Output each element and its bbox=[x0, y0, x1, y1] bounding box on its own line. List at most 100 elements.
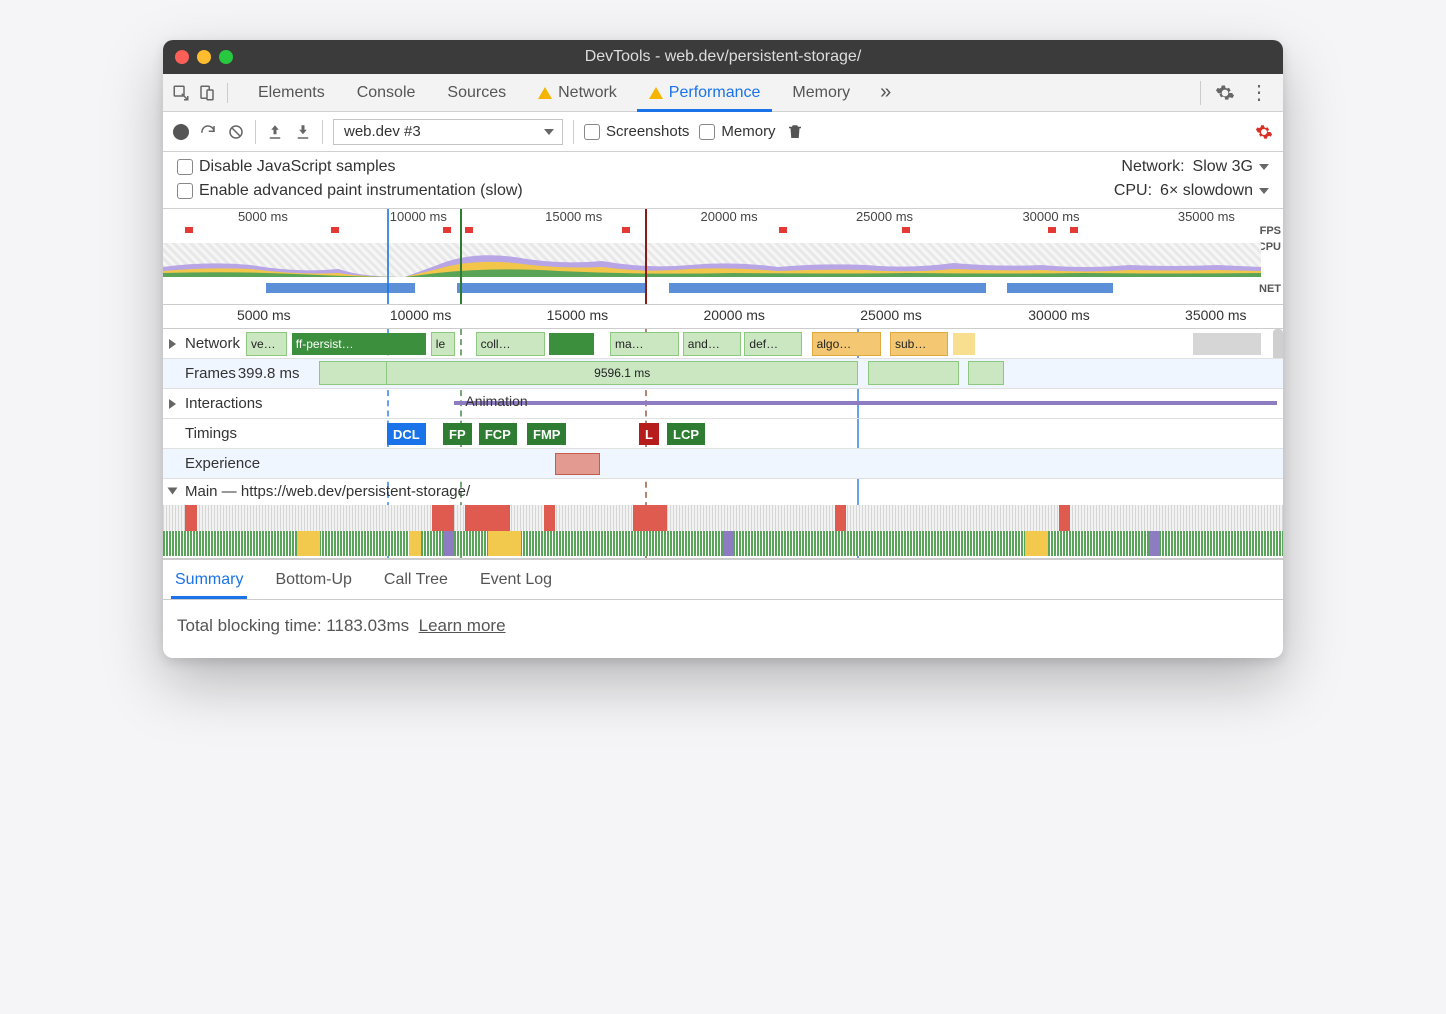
detail-tabs: Summary Bottom-Up Call Tree Event Log bbox=[163, 559, 1283, 599]
tab-performance[interactable]: Performance bbox=[633, 74, 777, 111]
recording-select[interactable]: web.dev #3 bbox=[333, 119, 563, 145]
track-label[interactable]: Interactions bbox=[163, 389, 263, 418]
tick-label: 10000 ms bbox=[390, 209, 447, 224]
track-label[interactable]: Main — https://web.dev/persistent-storag… bbox=[163, 483, 1283, 500]
timing-marker-fcp[interactable]: FCP bbox=[479, 423, 517, 445]
checkbox-label: Memory bbox=[721, 123, 775, 140]
frame-duration: 9596.1 ms bbox=[594, 366, 650, 380]
clear-button[interactable] bbox=[227, 123, 245, 141]
network-chip[interactable] bbox=[549, 333, 594, 355]
select-value: 6× slowdown bbox=[1160, 182, 1269, 200]
network-chip[interactable]: ma… bbox=[611, 333, 678, 355]
net-chart bbox=[203, 283, 1261, 293]
timing-marker-lcp[interactable]: LCP bbox=[667, 423, 705, 445]
window-title: DevTools - web.dev/persistent-storage/ bbox=[163, 48, 1283, 66]
disable-js-samples-checkbox[interactable]: Disable JavaScript samples bbox=[177, 158, 396, 176]
frame-chip[interactable]: 9596.1 ms bbox=[387, 362, 857, 384]
cpu-throttle-select[interactable]: CPU: 6× slowdown bbox=[1114, 182, 1269, 200]
save-profile-button[interactable] bbox=[294, 123, 312, 141]
tick-label: 15000 ms bbox=[545, 209, 602, 224]
zoom-window-button[interactable] bbox=[219, 50, 233, 64]
record-button[interactable] bbox=[173, 124, 189, 140]
tab-call-tree[interactable]: Call Tree bbox=[380, 560, 452, 599]
capture-settings-gear-icon[interactable] bbox=[1255, 123, 1273, 141]
screenshots-checkbox[interactable]: Screenshots bbox=[584, 123, 689, 140]
tick-label: 5000 ms bbox=[238, 209, 288, 224]
timing-marker-dcl[interactable]: DCL bbox=[387, 423, 426, 445]
tick-label: 10000 ms bbox=[390, 307, 451, 323]
recording-select-value: web.dev #3 bbox=[344, 123, 421, 140]
tick-label: 35000 ms bbox=[1178, 209, 1235, 224]
network-chip[interactable]: algo… bbox=[813, 333, 880, 355]
network-chip[interactable]: and… bbox=[684, 333, 740, 355]
tab-summary[interactable]: Summary bbox=[171, 560, 247, 599]
interaction-bar[interactable] bbox=[454, 401, 1277, 405]
select-label: Network: bbox=[1121, 158, 1184, 176]
checkbox-icon bbox=[699, 124, 715, 140]
tab-label: Console bbox=[357, 84, 416, 102]
main-thread-track[interactable]: Main — https://web.dev/persistent-storag… bbox=[163, 479, 1283, 559]
network-throttle-select[interactable]: Network: Slow 3G bbox=[1121, 158, 1269, 176]
tick-label: 15000 ms bbox=[547, 307, 608, 323]
learn-more-link[interactable]: Learn more bbox=[419, 616, 506, 635]
advanced-paint-checkbox[interactable]: Enable advanced paint instrumentation (s… bbox=[177, 182, 523, 200]
tab-network[interactable]: Network bbox=[522, 74, 633, 111]
network-track[interactable]: Network ve… ff-persist… le coll… ma… and… bbox=[163, 329, 1283, 359]
more-tabs-button[interactable]: » bbox=[866, 81, 905, 104]
timings-track[interactable]: Timings DCL FP FCP FMP L LCP bbox=[163, 419, 1283, 449]
network-chip[interactable]: le bbox=[432, 333, 454, 355]
tab-label: Network bbox=[558, 84, 617, 102]
flame-chart[interactable] bbox=[163, 505, 1283, 556]
tab-bottom-up[interactable]: Bottom-Up bbox=[271, 560, 355, 599]
timing-marker-fmp[interactable]: FMP bbox=[527, 423, 566, 445]
network-chip[interactable]: sub… bbox=[891, 333, 947, 355]
tab-console[interactable]: Console bbox=[341, 74, 432, 111]
minimize-window-button[interactable] bbox=[197, 50, 211, 64]
network-chip[interactable]: ff-persist… bbox=[292, 333, 426, 355]
fps-label: FPS bbox=[1258, 223, 1281, 239]
tab-event-log[interactable]: Event Log bbox=[476, 560, 556, 599]
network-chip[interactable]: ve… bbox=[247, 333, 286, 355]
checkbox-label: Screenshots bbox=[606, 123, 689, 140]
track-label: Experience bbox=[163, 449, 260, 478]
network-chip[interactable]: def… bbox=[745, 333, 801, 355]
tick-label: 30000 ms bbox=[1022, 209, 1079, 224]
frame-chip[interactable] bbox=[869, 362, 959, 384]
gc-trash-button[interactable] bbox=[786, 123, 804, 141]
load-profile-button[interactable] bbox=[266, 123, 284, 141]
track-label: Timings bbox=[163, 419, 237, 448]
network-chip[interactable] bbox=[1193, 333, 1260, 355]
layout-shift-chip[interactable] bbox=[555, 453, 600, 475]
chevron-down-icon bbox=[168, 488, 178, 495]
interactions-track[interactable]: Interactions Animation bbox=[163, 389, 1283, 419]
divider bbox=[573, 120, 574, 144]
close-window-button[interactable] bbox=[175, 50, 189, 64]
device-toolbar-icon[interactable] bbox=[197, 83, 217, 103]
timing-marker-fp[interactable]: FP bbox=[443, 423, 472, 445]
network-chip[interactable]: coll… bbox=[477, 333, 544, 355]
track-label[interactable]: Frames 399.8 ms bbox=[163, 359, 300, 388]
tab-memory[interactable]: Memory bbox=[776, 74, 866, 111]
track-label[interactable]: Network bbox=[163, 329, 240, 358]
select-value: Slow 3G bbox=[1193, 158, 1269, 176]
experience-track[interactable]: Experience bbox=[163, 449, 1283, 479]
inspect-element-icon[interactable] bbox=[171, 83, 191, 103]
tab-sources[interactable]: Sources bbox=[431, 74, 522, 111]
memory-checkbox[interactable]: Memory bbox=[699, 123, 775, 140]
tick-label: 25000 ms bbox=[856, 209, 913, 224]
kebab-menu-icon[interactable]: ⋮ bbox=[1249, 83, 1269, 103]
flamechart-ruler[interactable]: 5000 ms 10000 ms 15000 ms 20000 ms 25000… bbox=[163, 305, 1283, 329]
timeline-overview[interactable]: 5000 ms 10000 ms 15000 ms 20000 ms 25000… bbox=[163, 209, 1283, 305]
settings-gear-icon[interactable] bbox=[1215, 83, 1235, 103]
frame-chip[interactable] bbox=[969, 362, 1003, 384]
frame-chip[interactable] bbox=[320, 362, 387, 384]
net-label: NET bbox=[1258, 281, 1281, 297]
frames-track[interactable]: Frames 399.8 ms 9596.1 ms bbox=[163, 359, 1283, 389]
reload-record-button[interactable] bbox=[199, 123, 217, 141]
network-chip[interactable] bbox=[953, 333, 975, 355]
tab-label: Elements bbox=[258, 84, 325, 102]
timing-marker-l[interactable]: L bbox=[639, 423, 659, 445]
tracks-container: Network ve… ff-persist… le coll… ma… and… bbox=[163, 329, 1283, 559]
overview-side-labels: FPS CPU NET bbox=[1258, 223, 1281, 297]
tab-elements[interactable]: Elements bbox=[242, 74, 341, 111]
